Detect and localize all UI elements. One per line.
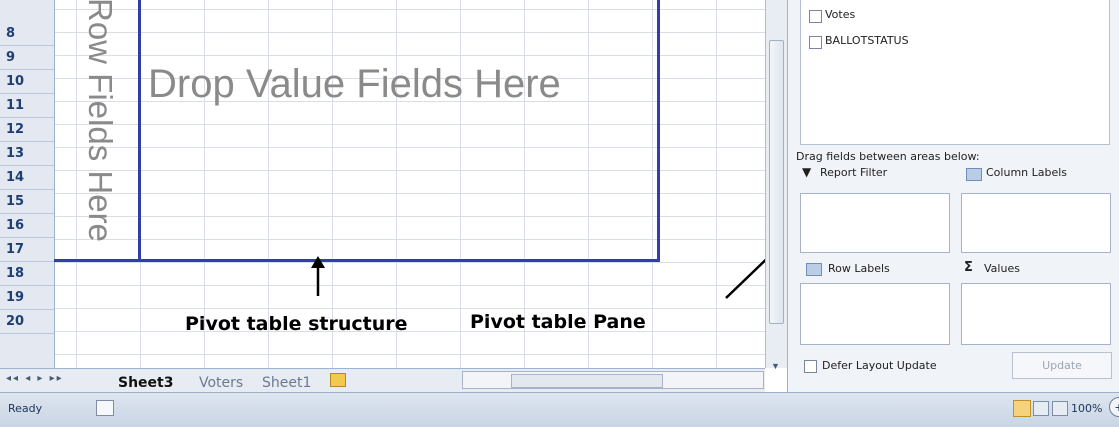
row-labels-label: Row Labels — [828, 262, 890, 275]
values-sigma-icon: Σ — [964, 260, 973, 275]
column-labels-icon — [966, 168, 982, 181]
pane-instruction: Drag fields between areas below: — [796, 150, 980, 163]
tab-sheet1[interactable]: Sheet1 — [262, 373, 311, 393]
defer-layout-checkbox[interactable] — [804, 360, 817, 373]
field-list-box: Votes BALLOTSTATUS — [800, 0, 1110, 145]
report-filter-area[interactable] — [800, 193, 950, 253]
scroll-down-icon[interactable]: ▼ — [771, 361, 780, 371]
column-labels-label: Column Labels — [986, 166, 1068, 179]
annotation-pane: Pivot table Pane — [470, 311, 646, 333]
report-filter-label: Report Filter — [820, 166, 888, 179]
values-area[interactable] — [961, 283, 1111, 345]
filter-icon: ▼ — [802, 165, 812, 179]
field-votes[interactable]: Votes — [825, 8, 855, 21]
normal-view-icon[interactable] — [1013, 400, 1031, 417]
defer-layout-label: Defer Layout Update — [822, 359, 937, 372]
values-label: Values — [984, 262, 1020, 275]
macro-record-icon[interactable] — [96, 400, 114, 416]
zoom-level[interactable]: 100% — [1071, 402, 1102, 415]
sheet-nav-icons[interactable]: ◂◂ ◂ ▸ ▸▸ — [6, 373, 64, 384]
row-labels-area[interactable] — [800, 283, 950, 345]
votes-checkbox[interactable] — [809, 10, 822, 23]
tab-voters[interactable]: Voters — [199, 373, 243, 393]
new-sheet-icon[interactable] — [330, 373, 346, 387]
horizontal-scrollbar[interactable] — [462, 371, 764, 389]
status-bar: Ready 100% — [0, 392, 1119, 427]
status-ready: Ready — [8, 402, 43, 415]
page-layout-icon[interactable] — [1033, 401, 1049, 416]
page-break-icon[interactable] — [1052, 401, 1068, 416]
zoom-in-icon[interactable]: + — [1109, 397, 1119, 419]
tab-sheet3[interactable]: Sheet3 — [118, 373, 173, 393]
scroll-thumb[interactable] — [769, 40, 784, 324]
field-ballotstatus[interactable]: BALLOTSTATUS — [825, 34, 909, 47]
row-labels-icon — [806, 263, 822, 276]
ballotstatus-checkbox[interactable] — [809, 36, 822, 49]
annotation-structure: Pivot table structure — [185, 313, 408, 335]
update-button[interactable]: Update — [1012, 352, 1112, 379]
column-labels-area[interactable] — [961, 193, 1111, 253]
